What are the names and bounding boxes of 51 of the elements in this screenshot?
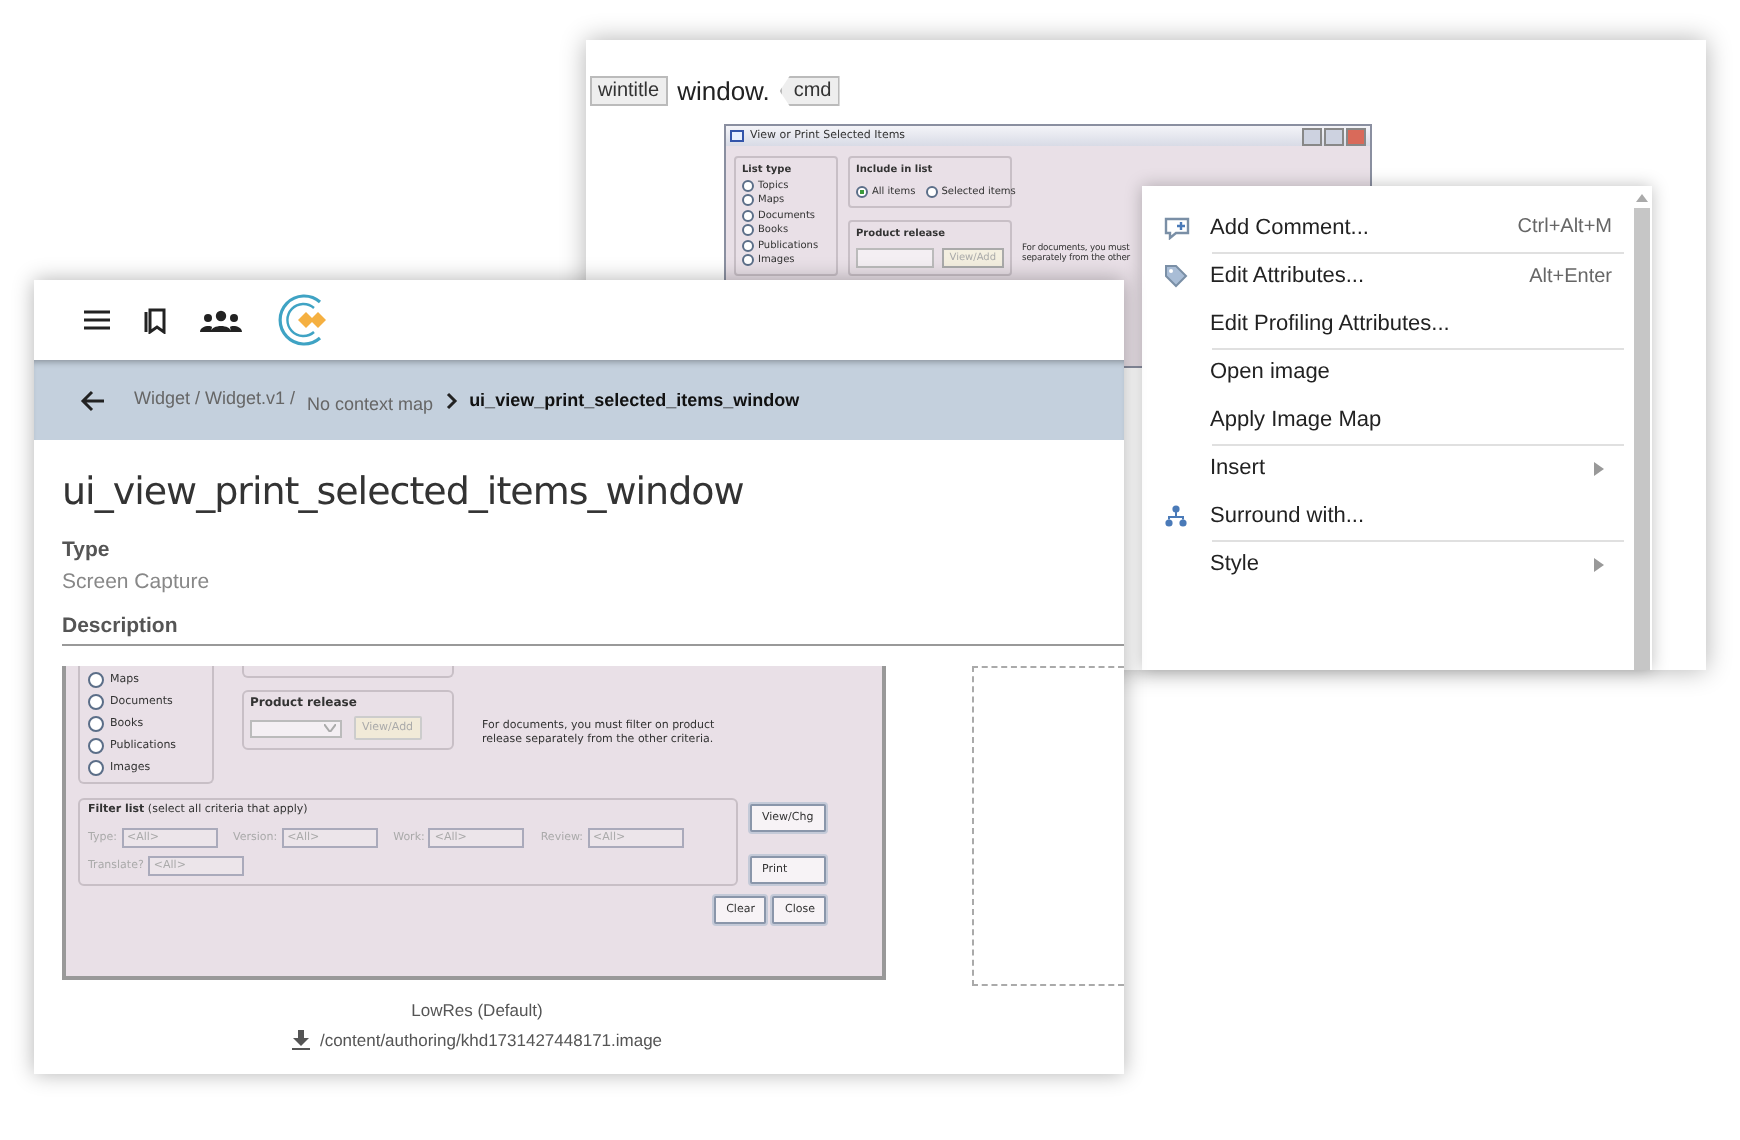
bookmarks-icon[interactable] bbox=[144, 307, 166, 333]
body-text: window. bbox=[677, 76, 770, 106]
window-icon bbox=[730, 130, 744, 142]
field-label: Type bbox=[62, 538, 112, 562]
hierarchy-icon bbox=[1164, 503, 1188, 528]
menu-item[interactable]: Apply Image Map bbox=[1142, 396, 1632, 443]
radio-button[interactable] bbox=[88, 760, 104, 776]
submenu-arrow-icon bbox=[1594, 461, 1604, 476]
menu-item[interactable]: Surround with... bbox=[1142, 492, 1632, 539]
back-arrow-icon[interactable] bbox=[80, 389, 104, 411]
file-path-link[interactable]: /content/authoring/khd1731427448171.image bbox=[319, 1030, 663, 1050]
field-label: Description bbox=[62, 614, 1124, 646]
menu-item[interactable]: Open image bbox=[1142, 349, 1632, 396]
field-value: Screen Capture bbox=[62, 570, 212, 594]
radio-button[interactable] bbox=[742, 179, 754, 191]
radio-button[interactable] bbox=[742, 254, 754, 266]
radio-button[interactable] bbox=[742, 239, 754, 251]
shortcut-text: Alt+Enter bbox=[1529, 265, 1612, 288]
tag-label: cmd bbox=[779, 76, 840, 106]
radio-button[interactable] bbox=[742, 209, 754, 221]
radio-button[interactable] bbox=[88, 694, 104, 710]
menu-item[interactable]: Edit Attributes... Alt+Enter bbox=[1142, 253, 1632, 300]
maximize-button[interactable] bbox=[1324, 127, 1344, 145]
tag-icon bbox=[1164, 264, 1188, 289]
radio-button[interactable] bbox=[88, 738, 104, 754]
menu-item[interactable]: Edit Profiling Attributes... bbox=[1142, 300, 1632, 347]
chevron-icon bbox=[445, 391, 458, 409]
comment-icon bbox=[1164, 215, 1190, 240]
menu-item[interactable]: Style bbox=[1142, 541, 1632, 588]
tag-label: wintitle bbox=[590, 76, 668, 106]
minimize-button[interactable] bbox=[1302, 127, 1322, 145]
menu-item[interactable]: Add Comment... Ctrl+Alt+M bbox=[1142, 204, 1632, 251]
breadcrumb-current: ui_view_print_selected_items_window bbox=[469, 390, 800, 410]
radio-button[interactable] bbox=[742, 224, 754, 236]
menu-item[interactable]: Insert bbox=[1142, 445, 1632, 492]
breadcrumb-link[interactable]: Widget / Widget.v1 / bbox=[134, 387, 296, 407]
scrollbar-thumb[interactable] bbox=[1634, 208, 1650, 670]
shortcut-text: Ctrl+Alt+M bbox=[1517, 216, 1612, 239]
radio-button[interactable] bbox=[88, 716, 104, 732]
menu-icon[interactable] bbox=[84, 310, 110, 330]
radio-button[interactable] bbox=[925, 185, 938, 197]
breadcrumb-link[interactable]: No context map bbox=[307, 393, 434, 413]
radio-button[interactable] bbox=[742, 194, 754, 206]
people-icon[interactable] bbox=[200, 309, 242, 331]
radio-button[interactable] bbox=[856, 185, 868, 197]
download-icon[interactable] bbox=[291, 1030, 310, 1050]
submenu-arrow-icon bbox=[1594, 557, 1604, 572]
close-button[interactable] bbox=[1346, 127, 1366, 145]
radio-button[interactable] bbox=[88, 672, 104, 688]
page-title: ui_view_print_selected_items_window bbox=[62, 470, 746, 514]
image-caption: LowRes (Default) bbox=[409, 1000, 545, 1020]
